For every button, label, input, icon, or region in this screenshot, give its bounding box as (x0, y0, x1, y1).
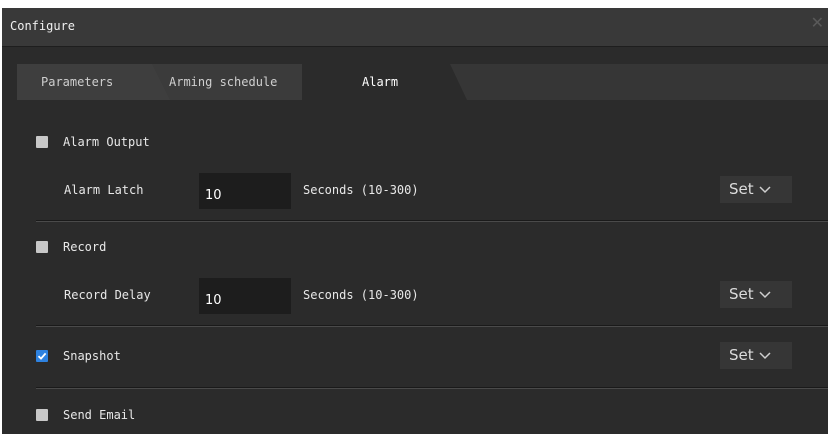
alarm-latch-input[interactable] (199, 173, 291, 209)
alarm-output-set-button[interactable]: Set (720, 176, 792, 203)
chevron-down-icon (759, 176, 771, 203)
title-bar: Configure ✕ (2, 8, 828, 47)
send-email-label: Send Email (63, 408, 136, 422)
chevron-down-icon (759, 342, 771, 369)
send-email-row: Send Email (36, 405, 135, 425)
set-button-label: Set (729, 285, 754, 303)
record-checkbox[interactable] (36, 241, 48, 253)
tab-parameters[interactable]: Parameters (17, 64, 172, 100)
divider (36, 325, 828, 327)
close-icon[interactable]: ✕ (811, 13, 824, 32)
snapshot-label: Snapshot (63, 349, 121, 363)
checkmark-icon (37, 352, 47, 360)
configure-dialog: Configure ✕ Parameters Arming schedule A… (2, 8, 828, 434)
tab-arming-schedule[interactable]: Arming schedule (152, 64, 322, 100)
record-set-button[interactable]: Set (720, 281, 792, 308)
send-email-checkbox[interactable] (36, 409, 48, 421)
divider (36, 220, 828, 222)
record-delay-unit: Seconds (10-300) (303, 288, 419, 302)
snapshot-set-button[interactable]: Set (720, 342, 792, 369)
tab-bar: Parameters Arming schedule Alarm (17, 64, 828, 100)
set-button-label: Set (729, 180, 754, 198)
alarm-latch-label: Alarm Latch (64, 183, 144, 197)
record-delay-label: Record Delay (64, 288, 151, 302)
alarm-output-label: Alarm Output (63, 135, 150, 149)
record-delay-input[interactable] (199, 278, 291, 314)
record-row: Record (36, 237, 106, 257)
record-label: Record (63, 240, 107, 254)
snapshot-row: Snapshot (36, 346, 121, 366)
set-button-label: Set (729, 346, 754, 364)
alarm-output-checkbox[interactable] (36, 136, 48, 148)
snapshot-checkbox[interactable] (36, 350, 48, 362)
alarm-output-row: Alarm Output (36, 132, 150, 152)
alarm-latch-unit: Seconds (10-300) (303, 183, 419, 197)
divider (36, 387, 828, 389)
dialog-title: Configure (10, 19, 76, 33)
tab-alarm[interactable]: Alarm (302, 64, 467, 100)
chevron-down-icon (759, 281, 771, 308)
